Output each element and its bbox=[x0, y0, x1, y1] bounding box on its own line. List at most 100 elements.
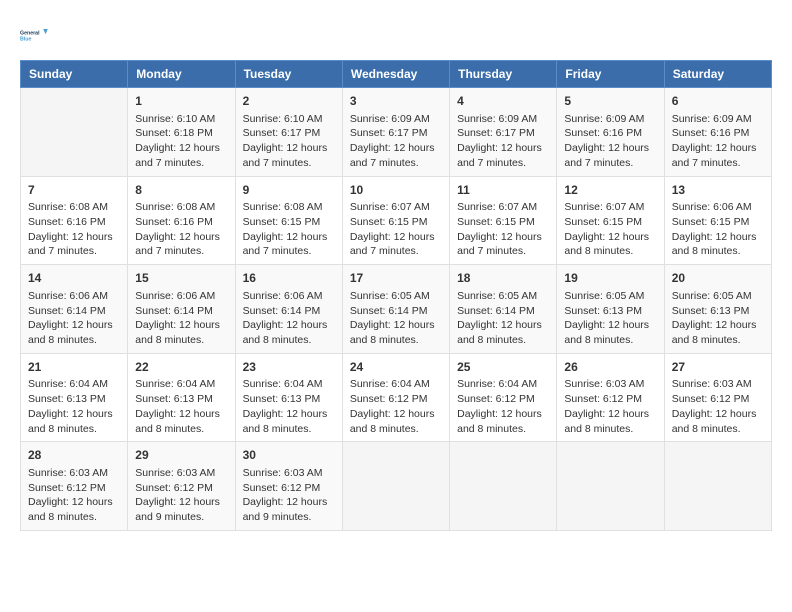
day-number: 24 bbox=[350, 359, 442, 376]
day-number: 11 bbox=[457, 182, 549, 199]
col-header-thursday: Thursday bbox=[450, 61, 557, 88]
calendar-cell: 24Sunrise: 6:04 AM Sunset: 6:12 PM Dayli… bbox=[342, 353, 449, 442]
day-info: Sunrise: 6:04 AM Sunset: 6:13 PM Dayligh… bbox=[243, 377, 335, 436]
day-number: 29 bbox=[135, 447, 227, 464]
day-info: Sunrise: 6:09 AM Sunset: 6:16 PM Dayligh… bbox=[672, 112, 764, 171]
day-number: 20 bbox=[672, 270, 764, 287]
calendar-cell: 9Sunrise: 6:08 AM Sunset: 6:15 PM Daylig… bbox=[235, 176, 342, 265]
calendar-cell: 28 Sunrise: 6:03 AM Sunset: 6:12 PM Dayli… bbox=[21, 442, 128, 531]
calendar-cell: 23Sunrise: 6:04 AM Sunset: 6:13 PM Dayli… bbox=[235, 353, 342, 442]
col-header-tuesday: Tuesday bbox=[235, 61, 342, 88]
day-number: 23 bbox=[243, 359, 335, 376]
day-number: 10 bbox=[350, 182, 442, 199]
logo: GeneralBlue bbox=[20, 20, 50, 50]
col-header-wednesday: Wednesday bbox=[342, 61, 449, 88]
day-info: Sunrise: 6:03 AM Sunset: 6:12 PM Dayligh… bbox=[28, 466, 120, 525]
calendar-cell: 1 Sunrise: 6:10 AM Sunset: 6:18 PM Daylig… bbox=[128, 88, 235, 177]
calendar-cell: 26Sunrise: 6:03 AM Sunset: 6:12 PM Dayli… bbox=[557, 353, 664, 442]
day-info: Sunrise: 6:06 AM Sunset: 6:14 PM Dayligh… bbox=[135, 289, 227, 348]
calendar-cell: 16 Sunrise: 6:06 AM Sunset: 6:14 PM Dayli… bbox=[235, 265, 342, 354]
calendar-cell bbox=[450, 442, 557, 531]
svg-text:General: General bbox=[20, 30, 40, 36]
day-number: 1 bbox=[135, 93, 227, 110]
day-number: 25 bbox=[457, 359, 549, 376]
day-info: Sunrise: 6:08 AM Sunset: 6:16 PM Dayligh… bbox=[135, 200, 227, 259]
calendar-cell bbox=[557, 442, 664, 531]
day-info: Sunrise: 6:03 AM Sunset: 6:12 PM Dayligh… bbox=[243, 466, 335, 525]
day-info: Sunrise: 6:07 AM Sunset: 6:15 PM Dayligh… bbox=[350, 200, 442, 259]
day-info: Sunrise: 6:04 AM Sunset: 6:13 PM Dayligh… bbox=[135, 377, 227, 436]
day-info: Sunrise: 6:05 AM Sunset: 6:13 PM Dayligh… bbox=[672, 289, 764, 348]
calendar-cell: 12Sunrise: 6:07 AM Sunset: 6:15 PM Dayli… bbox=[557, 176, 664, 265]
calendar-cell: 13Sunrise: 6:06 AM Sunset: 6:15 PM Dayli… bbox=[664, 176, 771, 265]
calendar-cell: 10Sunrise: 6:07 AM Sunset: 6:15 PM Dayli… bbox=[342, 176, 449, 265]
day-number: 7 bbox=[28, 182, 120, 199]
col-header-saturday: Saturday bbox=[664, 61, 771, 88]
calendar-cell: 8Sunrise: 6:08 AM Sunset: 6:16 PM Daylig… bbox=[128, 176, 235, 265]
day-number: 12 bbox=[564, 182, 656, 199]
day-number: 18 bbox=[457, 270, 549, 287]
calendar-cell bbox=[342, 442, 449, 531]
page-header: GeneralBlue bbox=[20, 20, 772, 50]
day-info: Sunrise: 6:07 AM Sunset: 6:15 PM Dayligh… bbox=[457, 200, 549, 259]
calendar-cell: 25Sunrise: 6:04 AM Sunset: 6:12 PM Dayli… bbox=[450, 353, 557, 442]
calendar-cell bbox=[21, 88, 128, 177]
day-info: Sunrise: 6:06 AM Sunset: 6:15 PM Dayligh… bbox=[672, 200, 764, 259]
day-number: 28 bbox=[28, 447, 120, 464]
calendar-cell: 30 Sunrise: 6:03 AM Sunset: 6:12 PM Dayli… bbox=[235, 442, 342, 531]
day-info: Sunrise: 6:05 AM Sunset: 6:13 PM Dayligh… bbox=[564, 289, 656, 348]
day-info: Sunrise: 6:08 AM Sunset: 6:15 PM Dayligh… bbox=[243, 200, 335, 259]
day-number: 6 bbox=[672, 93, 764, 110]
day-number: 16 bbox=[243, 270, 335, 287]
day-info: Sunrise: 6:09 AM Sunset: 6:16 PM Dayligh… bbox=[564, 112, 656, 171]
day-info: Sunrise: 6:09 AM Sunset: 6:17 PM Dayligh… bbox=[350, 112, 442, 171]
day-info: Sunrise: 6:05 AM Sunset: 6:14 PM Dayligh… bbox=[350, 289, 442, 348]
week-row-5: 28 Sunrise: 6:03 AM Sunset: 6:12 PM Dayli… bbox=[21, 442, 772, 531]
day-info: Sunrise: 6:10 AM Sunset: 6:17 PM Dayligh… bbox=[243, 112, 335, 171]
day-number: 5 bbox=[564, 93, 656, 110]
day-info: Sunrise: 6:05 AM Sunset: 6:14 PM Dayligh… bbox=[457, 289, 549, 348]
week-row-2: 7Sunrise: 6:08 AM Sunset: 6:16 PM Daylig… bbox=[21, 176, 772, 265]
col-header-sunday: Sunday bbox=[21, 61, 128, 88]
day-number: 9 bbox=[243, 182, 335, 199]
day-info: Sunrise: 6:04 AM Sunset: 6:12 PM Dayligh… bbox=[350, 377, 442, 436]
calendar-body: 1 Sunrise: 6:10 AM Sunset: 6:18 PM Daylig… bbox=[21, 88, 772, 531]
day-info: Sunrise: 6:03 AM Sunset: 6:12 PM Dayligh… bbox=[135, 466, 227, 525]
day-number: 14 bbox=[28, 270, 120, 287]
calendar-cell: 3Sunrise: 6:09 AM Sunset: 6:17 PM Daylig… bbox=[342, 88, 449, 177]
calendar-cell: 19 Sunrise: 6:05 AM Sunset: 6:13 PM Dayli… bbox=[557, 265, 664, 354]
calendar-cell: 17 Sunrise: 6:05 AM Sunset: 6:14 PM Dayli… bbox=[342, 265, 449, 354]
calendar-cell: 27Sunrise: 6:03 AM Sunset: 6:12 PM Dayli… bbox=[664, 353, 771, 442]
day-number: 21 bbox=[28, 359, 120, 376]
calendar-cell: 5 Sunrise: 6:09 AM Sunset: 6:16 PM Daylig… bbox=[557, 88, 664, 177]
day-number: 8 bbox=[135, 182, 227, 199]
week-row-3: 14 Sunrise: 6:06 AM Sunset: 6:14 PM Dayli… bbox=[21, 265, 772, 354]
calendar-cell bbox=[664, 442, 771, 531]
day-info: Sunrise: 6:07 AM Sunset: 6:15 PM Dayligh… bbox=[564, 200, 656, 259]
day-info: Sunrise: 6:06 AM Sunset: 6:14 PM Dayligh… bbox=[243, 289, 335, 348]
svg-text:Blue: Blue bbox=[20, 36, 31, 42]
calendar-cell: 2Sunrise: 6:10 AM Sunset: 6:17 PM Daylig… bbox=[235, 88, 342, 177]
day-number: 30 bbox=[243, 447, 335, 464]
day-info: Sunrise: 6:08 AM Sunset: 6:16 PM Dayligh… bbox=[28, 200, 120, 259]
day-info: Sunrise: 6:04 AM Sunset: 6:13 PM Dayligh… bbox=[28, 377, 120, 436]
day-info: Sunrise: 6:03 AM Sunset: 6:12 PM Dayligh… bbox=[564, 377, 656, 436]
day-number: 17 bbox=[350, 270, 442, 287]
calendar-cell: 29 Sunrise: 6:03 AM Sunset: 6:12 PM Dayli… bbox=[128, 442, 235, 531]
calendar-cell: 14 Sunrise: 6:06 AM Sunset: 6:14 PM Dayli… bbox=[21, 265, 128, 354]
day-info: Sunrise: 6:06 AM Sunset: 6:14 PM Dayligh… bbox=[28, 289, 120, 348]
day-info: Sunrise: 6:10 AM Sunset: 6:18 PM Dayligh… bbox=[135, 112, 227, 171]
day-number: 4 bbox=[457, 93, 549, 110]
calendar-table: SundayMondayTuesdayWednesdayThursdayFrid… bbox=[20, 60, 772, 531]
day-number: 15 bbox=[135, 270, 227, 287]
calendar-cell: 18 Sunrise: 6:05 AM Sunset: 6:14 PM Dayli… bbox=[450, 265, 557, 354]
day-info: Sunrise: 6:03 AM Sunset: 6:12 PM Dayligh… bbox=[672, 377, 764, 436]
day-info: Sunrise: 6:09 AM Sunset: 6:17 PM Dayligh… bbox=[457, 112, 549, 171]
logo-icon: GeneralBlue bbox=[20, 20, 50, 50]
week-row-1: 1 Sunrise: 6:10 AM Sunset: 6:18 PM Daylig… bbox=[21, 88, 772, 177]
calendar-cell: 4 Sunrise: 6:09 AM Sunset: 6:17 PM Daylig… bbox=[450, 88, 557, 177]
calendar-cell: 6 Sunrise: 6:09 AM Sunset: 6:16 PM Daylig… bbox=[664, 88, 771, 177]
day-number: 22 bbox=[135, 359, 227, 376]
day-number: 19 bbox=[564, 270, 656, 287]
header-row: SundayMondayTuesdayWednesdayThursdayFrid… bbox=[21, 61, 772, 88]
